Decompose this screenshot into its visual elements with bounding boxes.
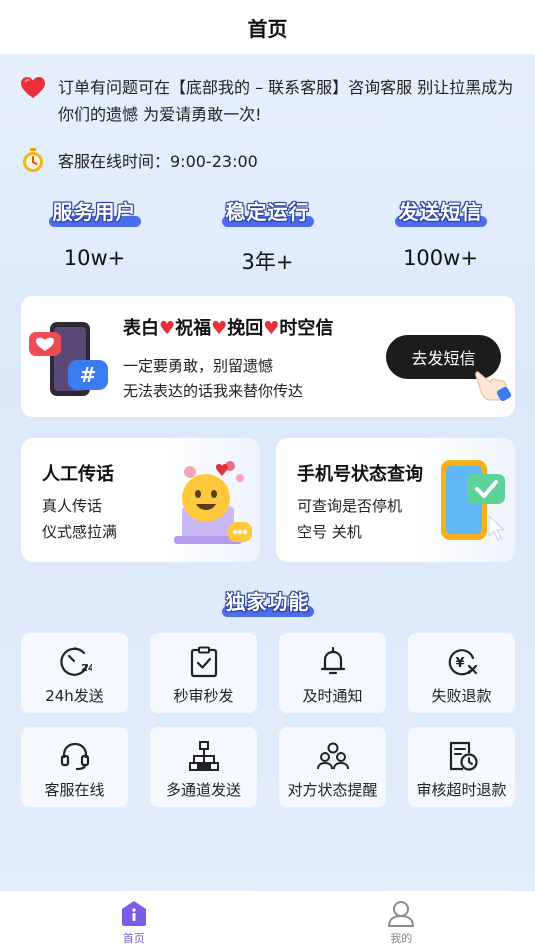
banner-line: 无法表达的话我来替你传达 — [123, 382, 304, 400]
stat-uptime: 稳定运行 3年+ — [193, 196, 343, 276]
phone-check-icon — [441, 460, 506, 541]
feature-label: 及时通知 — [302, 687, 363, 705]
stats-row: 服务用户 10w+ 稳定运行 3年+ 发送短信 100w+ — [0, 196, 535, 276]
card-title: 手机号状态查询 — [297, 464, 423, 485]
features-grid: 24 24h发送 秒审秒发 及时通知 ¥ 失败退款 客服在线 多通道发送 对方状… — [21, 633, 515, 807]
card-subtitle: 真人传话 仪式感拉满 — [42, 493, 117, 545]
tab-home[interactable]: 首页 — [0, 891, 268, 951]
feature-instant-review[interactable]: 秒审秒发 — [150, 633, 257, 713]
network-icon — [188, 741, 219, 771]
tab-me[interactable]: 我的 — [268, 891, 535, 951]
page-title: 首页 — [247, 16, 288, 41]
feature-label: 秒审秒发 — [173, 687, 234, 705]
card-title: 人工传话 — [42, 464, 114, 485]
clipboard-check-icon — [190, 646, 217, 678]
clock-24h-icon: 24 — [59, 647, 92, 676]
bell-icon — [320, 646, 345, 675]
svg-text:24: 24 — [81, 663, 92, 674]
notice-text: 订单有问题可在【底部我的 – 联系客服】咨询客服 别让拉黑成为你们的遗憾 为爱请… — [58, 78, 514, 124]
service-hours-row: 客服在线时间：9:00-23:00 — [20, 147, 258, 173]
tab-bar: 首页 我的 — [0, 891, 535, 951]
heart-icon: ♥ — [263, 318, 280, 339]
phone-chat-icon: # — [29, 322, 108, 396]
card-line: 可查询是否停机 — [297, 497, 403, 515]
phone-status-card[interactable]: 手机号状态查询 可查询是否停机 空号 关机 — [276, 438, 515, 562]
stat-value: 10w+ — [63, 246, 126, 270]
tab-label: 首页 — [122, 932, 145, 945]
user-icon — [388, 901, 415, 927]
stat-label: 发送短信 — [398, 200, 483, 224]
manual-message-card[interactable]: 人工传话 真人传话 仪式感拉满 — [21, 438, 260, 562]
feature-multi-channel[interactable]: 多通道发送 — [150, 727, 257, 807]
card-subtitle: 可查询是否停机 空号 关机 — [297, 493, 402, 545]
feature-notification[interactable]: 及时通知 — [279, 633, 386, 713]
feature-label: 审核超时退款 — [416, 781, 507, 799]
home-icon — [121, 901, 146, 926]
banner-subtitle: 一定要勇敢，别留遗憾 无法表达的话我来替你传达 — [123, 354, 303, 404]
service-hours-text: 客服在线时间：9:00-23:00 — [58, 152, 258, 171]
emoji-laptop-icon — [174, 461, 252, 544]
svg-text:#: # — [80, 363, 97, 387]
timeout-document-icon — [449, 741, 478, 771]
feature-label: 客服在线 — [44, 781, 105, 799]
headset-icon — [60, 742, 89, 771]
banner-line: 一定要勇敢，别留遗憾 — [123, 357, 274, 375]
stat-sms: 发送短信 100w+ — [366, 196, 516, 276]
heart-icon: ♥ — [159, 318, 176, 339]
feature-customer-service[interactable]: 客服在线 — [21, 727, 128, 807]
features-section-header: 独家功能 — [0, 586, 535, 620]
svg-text:¥: ¥ — [455, 656, 464, 671]
stat-value: 100w+ — [403, 246, 478, 270]
feature-24h-send[interactable]: 24 24h发送 — [21, 633, 128, 713]
card-line: 空号 关机 — [297, 523, 362, 541]
section-title: 独家功能 — [225, 590, 310, 614]
feature-status-reminder[interactable]: 对方状态提醒 — [279, 727, 386, 807]
feature-timeout-refund[interactable]: 审核超时退款 — [408, 727, 515, 807]
feature-refund[interactable]: ¥ 失败退款 — [408, 633, 515, 713]
banner-title: 表白♥祝福♥挽回♥时空信 — [123, 318, 334, 339]
tab-label: 我的 — [390, 932, 413, 945]
nav-bar: 首页 — [0, 0, 535, 54]
feature-label: 24h发送 — [45, 687, 104, 705]
notice-section: 订单有问题可在【底部我的 – 联系客服】咨询客服 别让拉黑成为你们的遗憾 为爱请… — [20, 74, 520, 128]
feature-label: 失败退款 — [431, 687, 492, 705]
heart-icon: ♥ — [211, 318, 228, 339]
card-line: 仪式感拉满 — [42, 523, 118, 541]
feature-label: 多通道发送 — [165, 781, 241, 799]
pointing-hand-icon — [475, 371, 512, 402]
sms-banner[interactable]: # 表白♥祝福♥挽回♥时空信 一定要勇敢，别留遗憾 无法表达的话我来替你传达 去… — [21, 296, 515, 417]
users-icon — [316, 742, 349, 770]
card-line: 真人传话 — [42, 497, 103, 515]
stat-value: 3年+ — [241, 250, 294, 274]
stat-users: 服务用户 10w+ — [20, 196, 170, 276]
refund-yen-icon: ¥ — [448, 649, 477, 676]
stopwatch-icon — [23, 148, 43, 172]
heart-icon — [21, 77, 45, 98]
stat-label: 稳定运行 — [225, 200, 310, 224]
stat-label: 服务用户 — [52, 200, 137, 224]
feature-label: 对方状态提醒 — [287, 781, 378, 799]
